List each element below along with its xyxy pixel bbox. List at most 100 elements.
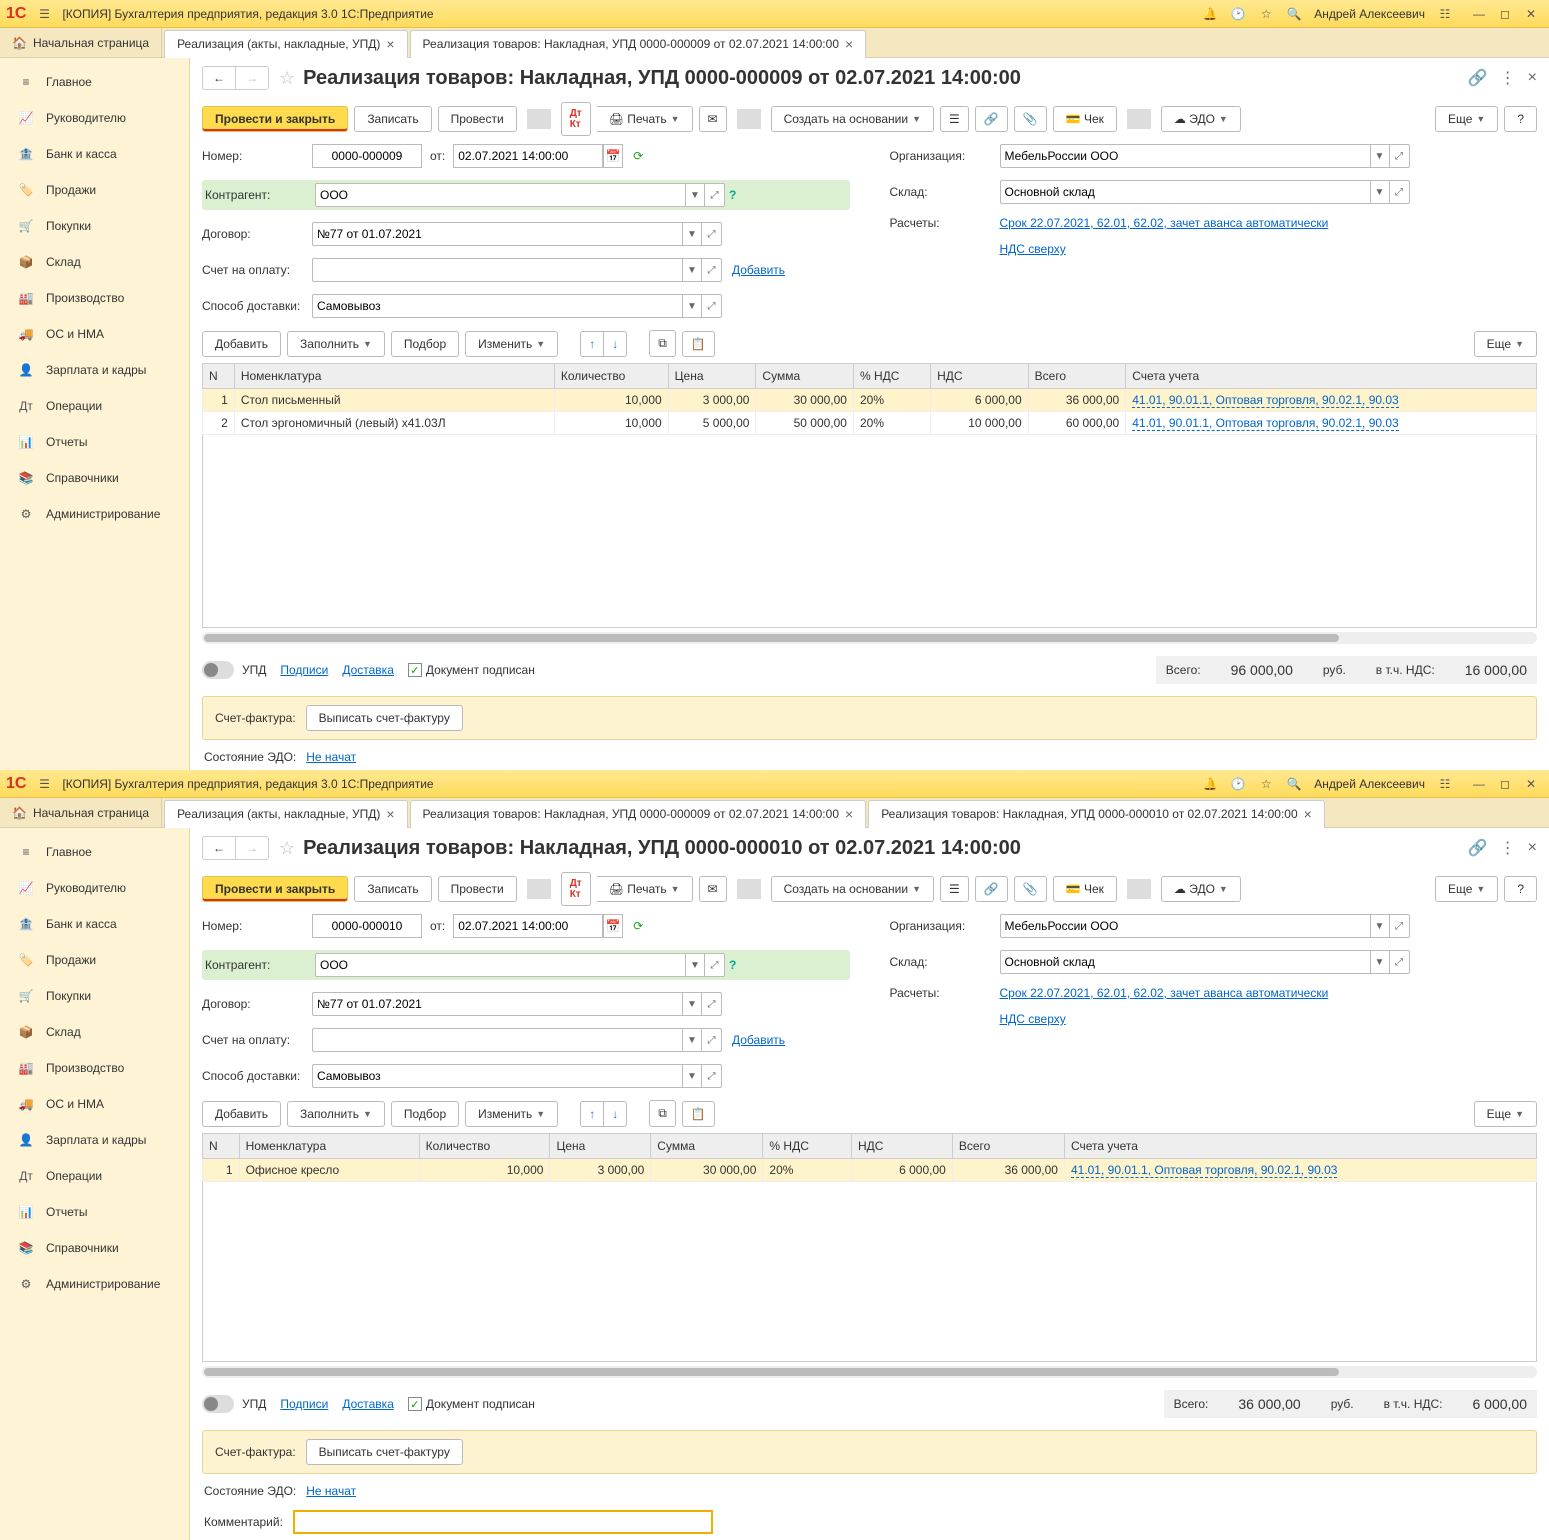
field-input[interactable] [1000, 144, 1370, 168]
table-more-button[interactable]: Еще▼ [1474, 331, 1537, 357]
number-input[interactable] [312, 914, 422, 938]
settlements-link[interactable]: Срок 22.07.2021, 62.01, 62.02, зачет ава… [1000, 986, 1329, 1000]
sidebar-item[interactable]: ⚙ Администрирование [0, 496, 189, 532]
star-icon[interactable]: ☆ [1254, 3, 1278, 25]
write-invoice-button[interactable]: Выписать счет-фактуру [306, 1439, 463, 1465]
add-row-button[interactable]: Добавить [202, 1101, 281, 1127]
forward-button[interactable]: → [235, 837, 268, 859]
close-icon[interactable]: × [386, 36, 394, 52]
col-header[interactable]: % НДС [853, 364, 930, 389]
open-icon[interactable]: ⤢ [702, 1028, 722, 1052]
bell-icon[interactable]: 🔔 [1198, 3, 1222, 25]
copy-button[interactable]: ⧉ [649, 330, 676, 357]
close-icon[interactable]: × [845, 806, 853, 822]
settings-lines-icon[interactable]: ☷ [1433, 773, 1457, 795]
create-based-on-button[interactable]: Создать на основании▼ [771, 876, 934, 902]
open-icon[interactable]: ⤢ [1390, 144, 1410, 168]
col-header[interactable]: N [203, 1134, 240, 1159]
col-header[interactable]: N [203, 364, 235, 389]
copy-button[interactable]: ⧉ [649, 1100, 676, 1127]
open-icon[interactable]: ⤢ [702, 258, 722, 282]
sidebar-item[interactable]: 🚚 ОС и НМА [0, 316, 189, 352]
field-input[interactable] [312, 258, 682, 282]
list-icon-button[interactable]: ☰ [940, 106, 969, 132]
vat-link[interactable]: НДС сверху [1000, 1012, 1066, 1026]
dropdown-icon[interactable]: ▼ [1370, 180, 1390, 204]
print-button[interactable]: 🖨 Печать▼ [597, 876, 693, 902]
sidebar-item[interactable]: 📈 Руководителю [0, 100, 189, 136]
history-icon[interactable]: 🕑 [1226, 773, 1250, 795]
post-button[interactable]: Провести [438, 876, 517, 902]
kebab-icon[interactable]: ⋮ [1500, 68, 1516, 88]
write-invoice-button[interactable]: Выписать счет-фактуру [306, 705, 463, 731]
doc-tab[interactable]: Реализация (акты, накладные, УПД) × [164, 800, 407, 828]
bell-icon[interactable]: 🔔 [1198, 773, 1222, 795]
close-icon[interactable]: × [1528, 69, 1537, 87]
forward-button[interactable]: → [235, 67, 268, 89]
open-icon[interactable]: ⤢ [702, 294, 722, 318]
post-and-close-button[interactable]: Провести и закрыть [202, 106, 348, 132]
col-header[interactable]: Счета учета [1064, 1134, 1536, 1159]
dropdown-icon[interactable]: ▼ [685, 953, 705, 977]
accounts-link[interactable]: 41.01, 90.01.1, Оптовая торговля, 90.02.… [1132, 393, 1399, 408]
fill-button[interactable]: Заполнить▼ [287, 331, 385, 357]
dtkt-icon-button[interactable]: ДтКт [561, 872, 591, 906]
table-row[interactable]: 1 Стол письменный 10,000 3 000,00 30 000… [203, 389, 1537, 412]
dropdown-icon[interactable]: ▼ [682, 222, 702, 246]
link-icon[interactable]: 🔗 [1468, 838, 1488, 858]
add-row-button[interactable]: Добавить [202, 331, 281, 357]
dropdown-icon[interactable]: ▼ [685, 183, 705, 207]
sidebar-item[interactable]: 🏭 Производство [0, 280, 189, 316]
sidebar-item[interactable]: 📚 Справочники [0, 1230, 189, 1266]
hint-icon[interactable]: ? [729, 958, 736, 972]
col-header[interactable]: НДС [931, 364, 1029, 389]
list-icon-button[interactable]: ☰ [940, 876, 969, 902]
sidebar-item[interactable]: ≡ Главное [0, 64, 189, 100]
sidebar-item[interactable]: Дт Операции [0, 1158, 189, 1194]
attach-icon-button[interactable]: 📎 [1014, 106, 1047, 132]
delivery-link[interactable]: Доставка [342, 1397, 394, 1411]
signatures-link[interactable]: Подписи [280, 1397, 328, 1411]
receipt-button[interactable]: 💳 Чек [1053, 876, 1117, 902]
doc-tab[interactable]: Реализация товаров: Накладная, УПД 0000-… [410, 30, 867, 58]
horizontal-scrollbar[interactable] [202, 632, 1537, 644]
col-header[interactable]: Цена [550, 1134, 651, 1159]
open-icon[interactable]: ⤢ [702, 222, 722, 246]
sidebar-item[interactable]: 🏷️ Продажи [0, 942, 189, 978]
sidebar-item[interactable]: 🏷️ Продажи [0, 172, 189, 208]
open-icon[interactable]: ⤢ [702, 992, 722, 1016]
accounts-link[interactable]: 41.01, 90.01.1, Оптовая торговля, 90.02.… [1071, 1163, 1338, 1178]
doc-signed-checkbox[interactable]: ✓ [408, 1397, 422, 1411]
open-icon[interactable]: ⤢ [702, 1064, 722, 1088]
sidebar-item[interactable]: 📦 Склад [0, 1014, 189, 1050]
sidebar-item[interactable]: 📊 Отчеты [0, 1194, 189, 1230]
dropdown-icon[interactable]: ▼ [682, 294, 702, 318]
pick-button[interactable]: Подбор [391, 331, 459, 357]
sidebar-item[interactable]: Дт Операции [0, 388, 189, 424]
back-button[interactable]: ← [203, 837, 235, 859]
field-input[interactable] [312, 1064, 682, 1088]
sidebar-item[interactable]: 🚚 ОС и НМА [0, 1086, 189, 1122]
dropdown-icon[interactable]: ▼ [682, 992, 702, 1016]
table-row[interactable]: 1 Офисное кресло 10,000 3 000,00 30 000,… [203, 1159, 1537, 1182]
field-input[interactable] [1000, 950, 1370, 974]
create-based-on-button[interactable]: Создать на основании▼ [771, 106, 934, 132]
edo-button[interactable]: ☁ ЭДО▼ [1161, 106, 1241, 132]
doc-signed-checkbox[interactable]: ✓ [408, 663, 422, 677]
sidebar-item[interactable]: 🏭 Производство [0, 1050, 189, 1086]
col-header[interactable]: Количество [554, 364, 668, 389]
sidebar-item[interactable]: 📊 Отчеты [0, 424, 189, 460]
open-icon[interactable]: ⤢ [705, 183, 725, 207]
history-icon[interactable]: 🕑 [1226, 3, 1250, 25]
user-name[interactable]: Андрей Алексеевич [1314, 777, 1425, 791]
field-input[interactable] [1000, 180, 1370, 204]
field-input[interactable] [312, 294, 682, 318]
date-input[interactable] [453, 144, 603, 168]
open-icon[interactable]: ⤢ [705, 953, 725, 977]
field-input[interactable] [315, 183, 685, 207]
doc-tab[interactable]: Реализация (акты, накладные, УПД) × [164, 30, 407, 58]
settings-lines-icon[interactable]: ☷ [1433, 3, 1457, 25]
sidebar-item[interactable]: 📦 Склад [0, 244, 189, 280]
move-down-button[interactable]: ↓ [604, 331, 627, 357]
field-input[interactable] [312, 222, 682, 246]
